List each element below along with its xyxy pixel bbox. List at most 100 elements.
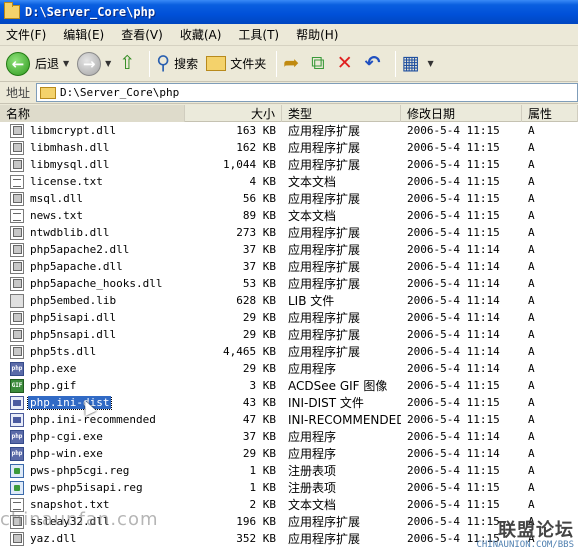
forward-button[interactable]: → ▼ xyxy=(77,51,111,76)
move-to-button[interactable]: ➦ xyxy=(283,54,303,73)
delete-button[interactable]: ✕ xyxy=(337,54,357,73)
file-name-cell[interactable]: GIF php.gif xyxy=(0,378,185,393)
file-name-cell[interactable]: libmhash.dll xyxy=(0,140,185,155)
up-folder-button[interactable]: ⇧ xyxy=(119,54,139,73)
ini-file-icon xyxy=(10,412,24,427)
file-name-cell[interactable]: php5apache_hooks.dll xyxy=(0,276,185,291)
menu-view[interactable]: 查看(V) xyxy=(121,26,163,43)
column-size[interactable]: 大小 xyxy=(185,105,282,122)
file-type: 应用程序扩展 xyxy=(288,345,361,359)
menu-tools[interactable]: 工具(T) xyxy=(238,26,279,43)
file-name-cell[interactable]: php php-cgi.exe xyxy=(0,429,185,444)
file-name-cell[interactable]: pws-php5isapi.reg xyxy=(0,480,185,495)
file-name-cell[interactable]: news.txt xyxy=(0,208,185,223)
file-rows: libmcrypt.dll 163 KB 应用程序扩展 2006-5-4 11:15 A… xyxy=(0,122,578,547)
file-row[interactable]: msql.dll 56 KB 应用程序扩展 2006-5-4 11:15 A xyxy=(0,190,578,207)
file-name-cell[interactable]: php php-win.exe xyxy=(0,446,185,461)
file-type: 注册表项 xyxy=(288,481,337,495)
file-type: 应用程序扩展 xyxy=(288,124,361,138)
file-name-cell[interactable]: php.ini-recommended xyxy=(0,412,185,427)
file-date: 2006-5-4 11:15 xyxy=(407,396,500,409)
file-row[interactable]: php5apache2.dll 37 KB 应用程序扩展 2006-5-4 11:14… xyxy=(0,241,578,258)
file-row[interactable]: libmhash.dll 162 KB 应用程序扩展 2006-5-4 11:15 A xyxy=(0,139,578,156)
file-name: pws-php5cgi.reg xyxy=(30,464,130,477)
file-date: 2006-5-4 11:14 xyxy=(407,328,500,341)
copy-to-button[interactable]: ⧉ xyxy=(311,54,329,73)
chevron-down-icon[interactable]: ▼ xyxy=(105,59,111,68)
file-name-cell[interactable]: libmysql.dll xyxy=(0,157,185,172)
file-name: php5embed.lib xyxy=(30,294,117,307)
file-row[interactable]: php5isapi.dll 29 KB 应用程序扩展 2006-5-4 11:14 A xyxy=(0,309,578,326)
column-type[interactable]: 类型 xyxy=(282,105,401,122)
dll-file-icon xyxy=(10,140,24,155)
file-name-cell[interactable]: php5ts.dll xyxy=(0,344,185,359)
toolbar: ← 后退 ▼ → ▼ ⇧ ⚲ 搜索 文件夹 ➦ ⧉ ✕ ↶ ▦ ▼ xyxy=(0,46,578,82)
file-size: 43 KB xyxy=(242,396,276,409)
dll-file-icon xyxy=(10,242,24,257)
views-button[interactable]: ▦ ▼ xyxy=(402,54,434,73)
file-row[interactable]: php5apache.dll 37 KB 应用程序扩展 2006-5-4 11:14 A xyxy=(0,258,578,275)
file-row[interactable]: libmcrypt.dll 163 KB 应用程序扩展 2006-5-4 11:15 A xyxy=(0,122,578,139)
file-name-cell[interactable]: php5apache.dll xyxy=(0,259,185,274)
file-name: yaz.dll xyxy=(30,532,77,545)
toolbar-separator xyxy=(276,50,278,77)
file-name-cell[interactable]: license.txt xyxy=(0,174,185,189)
file-name-cell[interactable]: yaz.dll xyxy=(0,531,185,546)
file-name-cell[interactable]: msql.dll xyxy=(0,191,185,206)
file-type: 应用程序扩展 xyxy=(288,243,361,257)
file-size: 163 KB xyxy=(236,124,276,137)
folders-button[interactable]: 文件夹 xyxy=(206,55,266,72)
file-row[interactable]: php5ts.dll 4,465 KB 应用程序扩展 2006-5-4 11:14 A xyxy=(0,343,578,360)
file-type: 应用程序扩展 xyxy=(288,141,361,155)
column-date[interactable]: 修改日期 xyxy=(401,105,522,122)
file-row[interactable]: ntwdblib.dll 273 KB 应用程序扩展 2006-5-4 11:15 A xyxy=(0,224,578,241)
file-attr: A xyxy=(528,413,535,426)
file-type: 应用程序扩展 xyxy=(288,226,361,240)
column-attr[interactable]: 属性 xyxy=(522,105,578,122)
address-input[interactable]: D:\Server_Core\php xyxy=(36,83,578,102)
file-name: pws-php5isapi.reg xyxy=(30,481,143,494)
file-row[interactable]: license.txt 4 KB 文本文档 2006-5-4 11:15 A xyxy=(0,173,578,190)
search-button[interactable]: ⚲ 搜索 xyxy=(156,54,198,73)
menu-help[interactable]: 帮助(H) xyxy=(296,26,338,43)
file-type: 应用程序 xyxy=(288,362,337,376)
file-name-cell[interactable]: ntwdblib.dll xyxy=(0,225,185,240)
undo-button[interactable]: ↶ xyxy=(365,54,385,73)
file-attr: A xyxy=(528,158,535,171)
file-name: msql.dll xyxy=(30,192,83,205)
file-row[interactable]: pws-php5isapi.reg 1 KB 注册表项 2006-5-4 11:15 A xyxy=(0,479,578,496)
menu-edit[interactable]: 编辑(E) xyxy=(63,26,104,43)
file-name-cell[interactable]: libmcrypt.dll xyxy=(0,123,185,138)
file-row[interactable]: news.txt 89 KB 文本文档 2006-5-4 11:15 A xyxy=(0,207,578,224)
chevron-down-icon[interactable]: ▼ xyxy=(63,59,69,68)
file-row[interactable]: php5embed.lib 628 KB LIB 文件 2006-5-4 11:14 A xyxy=(0,292,578,309)
file-row[interactable]: php5apache_hooks.dll 53 KB 应用程序扩展 2006-5-4 … xyxy=(0,275,578,292)
file-name-cell[interactable]: php5apache2.dll xyxy=(0,242,185,257)
file-attr: A xyxy=(528,498,535,511)
menu-favorites[interactable]: 收藏(A) xyxy=(180,26,222,43)
column-name[interactable]: 名称 xyxy=(0,105,185,122)
file-name-cell[interactable]: php5embed.lib xyxy=(0,293,185,308)
folder-icon xyxy=(40,86,57,99)
copy-to-icon: ⧉ xyxy=(311,52,325,74)
file-name-cell[interactable]: php php.exe xyxy=(0,361,185,376)
chevron-down-icon[interactable]: ▼ xyxy=(428,59,434,68)
up-folder-icon: ⇧ xyxy=(119,52,136,74)
file-row[interactable]: php php-cgi.exe 37 KB 应用程序 2006-5-4 11:14 A xyxy=(0,428,578,445)
file-name-cell[interactable]: pws-php5cgi.reg xyxy=(0,463,185,478)
file-row[interactable]: php5nsapi.dll 29 KB 应用程序扩展 2006-5-4 11:14 A xyxy=(0,326,578,343)
file-name-cell[interactable]: php5isapi.dll xyxy=(0,310,185,325)
file-row[interactable]: pws-php5cgi.reg 1 KB 注册表项 2006-5-4 11:15 A xyxy=(0,462,578,479)
file-row[interactable]: php php.exe 29 KB 应用程序 2006-5-4 11:14 A xyxy=(0,360,578,377)
menu-file[interactable]: 文件(F) xyxy=(6,26,46,43)
file-type: 应用程序扩展 xyxy=(288,532,361,546)
file-attr: A xyxy=(528,226,535,239)
file-row[interactable]: GIF php.gif 3 KB ACDSee GIF 图像 2006-5-4 11:1… xyxy=(0,377,578,394)
file-date: 2006-5-4 11:15 xyxy=(407,141,500,154)
file-size: 37 KB xyxy=(242,430,276,443)
file-name-cell[interactable]: php5nsapi.dll xyxy=(0,327,185,342)
back-button[interactable]: ← 后退 ▼ xyxy=(6,51,69,76)
file-row[interactable]: libmysql.dll 1,044 KB 应用程序扩展 2006-5-4 11:15… xyxy=(0,156,578,173)
file-row[interactable]: php php-win.exe 29 KB 应用程序 2006-5-4 11:14 A xyxy=(0,445,578,462)
file-date: 2006-5-4 11:15 xyxy=(407,498,500,511)
